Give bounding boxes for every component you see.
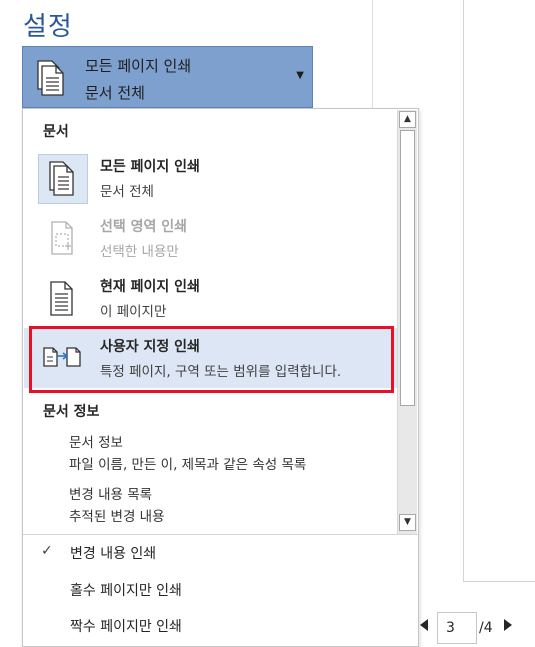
- scroll-down-icon[interactable]: ▼: [399, 514, 416, 531]
- previous-page-icon[interactable]: [418, 618, 430, 632]
- current-page-icon: [50, 281, 73, 316]
- print-range-list: 문서 모든 페이지 인쇄 문서 전체 선택 영역 인쇄 선택한 내용만 현재 페…: [22, 108, 419, 647]
- all-pages-icon: [49, 161, 74, 196]
- option-title: 모든 페이지 인쇄: [100, 159, 200, 175]
- option-title: 선택 영역 인쇄: [100, 219, 188, 235]
- option-subtitle: 선택한 내용만: [100, 244, 179, 260]
- group-header-document-info: 문서 정보: [43, 404, 100, 420]
- toggle-label: 홀수 페이지만 인쇄: [70, 583, 182, 599]
- chevron-down-icon: ▼: [296, 70, 304, 81]
- option-subtitle: 이 페이지만: [100, 304, 167, 320]
- option-title: 변경 내용 목록: [69, 487, 153, 503]
- all-pages-icon-box: [38, 154, 88, 204]
- option-print-all-pages[interactable]: 모든 페이지 인쇄 문서 전체: [24, 148, 397, 208]
- current-page-icon-box: [38, 274, 88, 324]
- option-custom-print[interactable]: 사용자 지정 인쇄 특정 페이지, 구역 또는 범위를 입력합니다.: [24, 328, 397, 388]
- toggle-print-markup[interactable]: ✓ 변경 내용 인쇄: [24, 535, 417, 571]
- option-subtitle: 파일 이름, 만든 이, 제목과 같은 속성 목록: [69, 457, 307, 473]
- dropdown-selected-subtitle: 문서 전체: [85, 84, 145, 102]
- option-markup-list[interactable]: 변경 내용 목록 추적된 변경 내용: [69, 484, 165, 528]
- option-title: 현재 페이지 인쇄: [100, 279, 200, 295]
- option-title: 사용자 지정 인쇄: [100, 339, 200, 355]
- print-backstage: 설정 모든 페이지 인쇄 문서 전체 ▼ 문서 모든 페이지 인쇄 문서 전체 …: [0, 0, 535, 647]
- selection-icon-box: [38, 214, 88, 264]
- next-page-icon[interactable]: [502, 618, 514, 632]
- option-subtitle: 문서 전체: [100, 184, 154, 200]
- toggle-odd-pages[interactable]: 홀수 페이지만 인쇄: [24, 572, 417, 608]
- preview-page: [463, 0, 535, 582]
- toggle-label: 변경 내용 인쇄: [70, 546, 157, 562]
- toggle-even-pages[interactable]: 짝수 페이지만 인쇄: [24, 608, 417, 644]
- page-number-input[interactable]: [437, 612, 477, 644]
- all-pages-icon: [37, 60, 64, 96]
- toggle-label: 짝수 페이지만 인쇄: [70, 619, 182, 635]
- check-icon: ✓: [41, 543, 53, 559]
- selection-icon: [51, 221, 73, 255]
- dropdown-selected-title: 모든 페이지 인쇄: [85, 57, 192, 75]
- page-total: /4: [479, 620, 493, 636]
- custom-print-icon: [43, 347, 81, 367]
- option-document-info[interactable]: 문서 정보 파일 이름, 만든 이, 제목과 같은 속성 목록: [69, 432, 306, 476]
- print-range-dropdown[interactable]: 모든 페이지 인쇄 문서 전체 ▼: [22, 46, 313, 108]
- scroll-up-icon[interactable]: ▲: [399, 111, 416, 128]
- option-title: 문서 정보: [69, 435, 123, 451]
- settings-heading: 설정: [23, 12, 73, 42]
- list-scrollbar[interactable]: ▲ ▼: [397, 110, 417, 534]
- option-subtitle: 특정 페이지, 구역 또는 범위를 입력합니다.: [100, 364, 342, 380]
- scroll-thumb[interactable]: [400, 130, 415, 406]
- option-subtitle: 추적된 변경 내용: [69, 509, 165, 525]
- option-print-selection: 선택 영역 인쇄 선택한 내용만: [24, 208, 397, 268]
- custom-print-icon-box: [38, 334, 88, 384]
- group-header-document: 문서: [43, 124, 69, 140]
- option-print-current-page[interactable]: 현재 페이지 인쇄 이 페이지만: [24, 268, 397, 328]
